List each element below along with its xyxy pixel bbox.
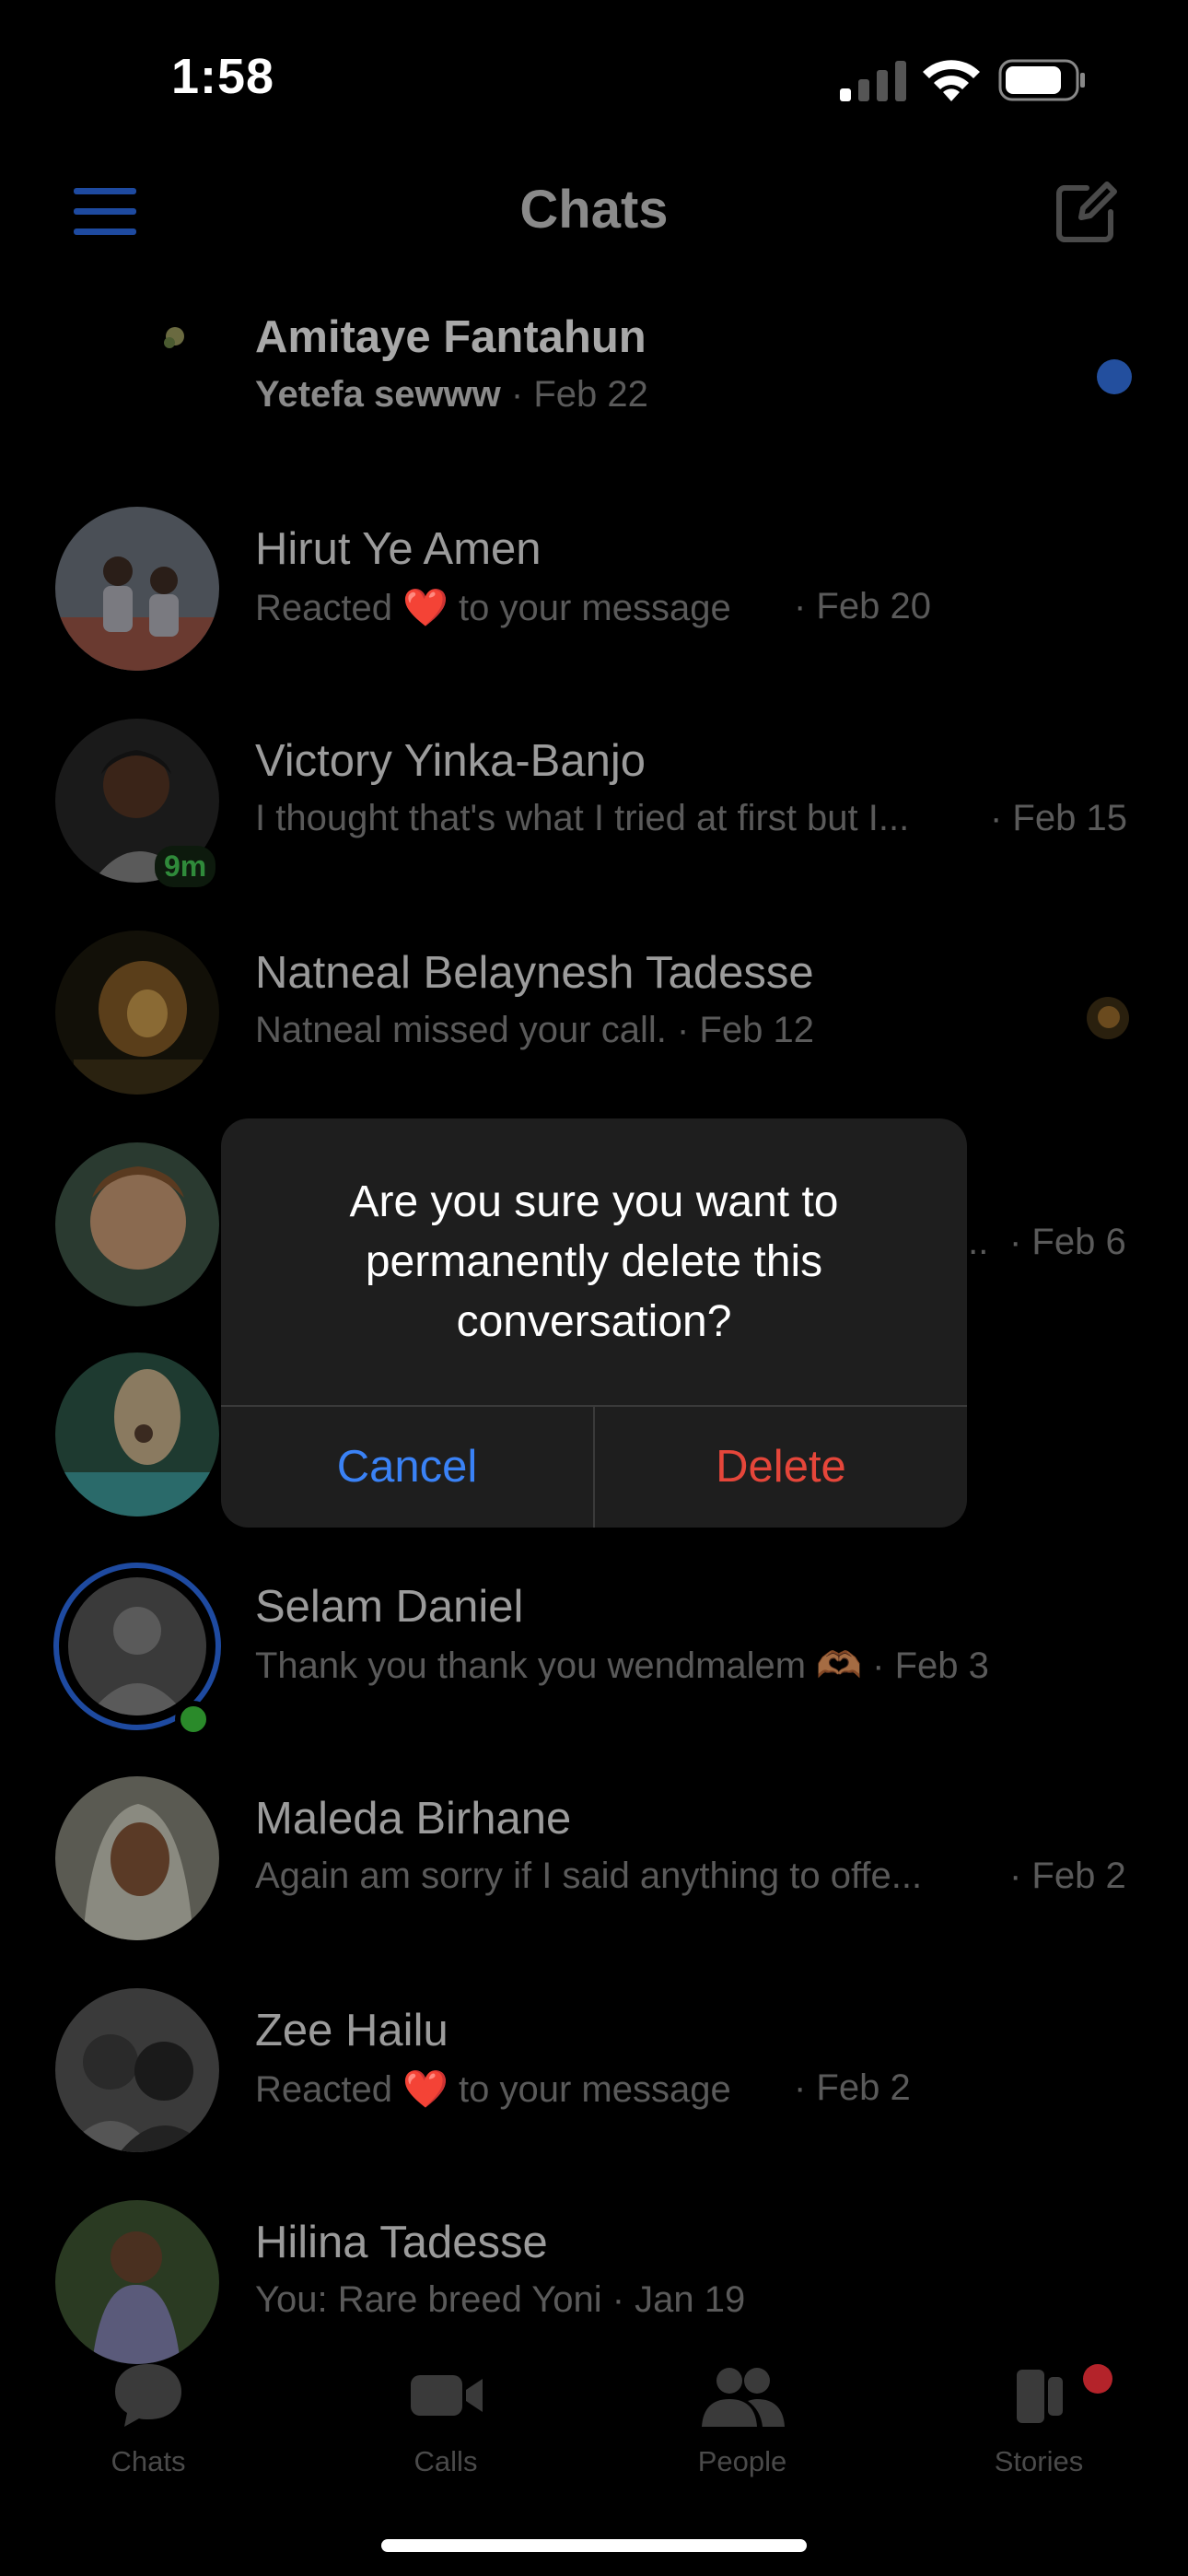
chat-preview: Natneal missed your call. · Feb 12 [255,1010,814,1050]
chat-name: Maleda Birhane [255,1794,572,1844]
chat-date: · Feb 6 [1009,1222,1126,1262]
tab-label: Stories [994,2445,1084,2477]
chat-bubble-icon [115,2364,181,2427]
chat-name: Hirut Ye Amen [255,524,542,574]
chat-name: Zee Hailu [255,2006,448,2055]
delete-confirmation-dialog: Are you sure you want to permanently del… [221,1118,967,1528]
tab-stories[interactable]: Stories [947,2340,1131,2488]
chat-date: · Feb 3 [872,1645,989,1686]
unread-indicator [1097,359,1132,394]
chat-row[interactable]: Maleda Birhane Again am sorry if I said … [0,1776,1188,1988]
tab-calls[interactable]: Calls [354,2340,538,2488]
chat-preview: Thank you thank you wendmalem 🫶🏾 · Feb 3 [255,1645,989,1686]
avatar [55,295,219,459]
chat-row[interactable]: 9m Victory Yinka-Banjo I thought that's … [0,719,1188,931]
avatar [68,1577,206,1715]
avatar [55,931,219,1095]
people-icon [702,2368,785,2427]
chat-date: · Feb 12 [676,1010,814,1050]
chat-date: · Feb 15 [990,798,1127,838]
chat-preview: Again am sorry if I said anything to off… [255,1856,923,1896]
chat-preview: Reacted ❤️ to your message [255,588,731,628]
tab-chats[interactable]: Chats [56,2340,240,2488]
stories-icon [1017,2370,1063,2423]
chat-row[interactable]: Natneal Belaynesh Tadesse Natneal missed… [0,931,1188,1142]
tab-label: Calls [413,2445,478,2477]
chat-date: · Feb 2 [1009,1856,1126,1896]
avatar [55,1352,219,1516]
chat-row[interactable]: Amitaye Fantahun Yetefa sewww · Feb 22 [0,295,1188,507]
chat-preview: Reacted ❤️ to your message [255,2069,731,2110]
messenger-app: 1:58 Chats Amitaye Fantahun Yetefa sewww… [0,0,1188,2576]
chat-date: · Feb 22 [510,374,648,415]
delete-button[interactable]: Delete [595,1407,967,1528]
dialog-message: Are you sure you want to permanently del… [349,1177,839,1346]
avatar [55,1776,219,1940]
chat-row[interactable]: Zee Hailu Reacted ❤️ to your message · F… [0,1988,1188,2200]
chat-name: Natneal Belaynesh Tadesse [255,948,814,998]
chat-date: · Feb 2 [794,2067,911,2108]
chat-preview: Yetefa sewww · Feb 22 [255,374,648,415]
tab-label: People [697,2445,787,2477]
chat-name: Selam Daniel [255,1582,524,1632]
tab-bar: Chats Calls People Stories [0,2340,1188,2488]
chat-name: Amitaye Fantahun [255,312,646,362]
online-status-dot [175,1701,212,1738]
wifi-icon [923,60,980,101]
cancel-button[interactable]: Cancel [221,1407,593,1528]
cellular-signal-icon [840,61,906,101]
chat-date: · Feb 20 [794,586,931,626]
notification-badge [1083,2364,1112,2394]
home-indicator [381,2539,807,2552]
tab-people[interactable]: People [650,2340,834,2488]
status-bar: 1:58 [0,0,1188,157]
avatar [55,507,219,671]
active-time-badge: 9m [155,846,216,887]
chats-header: Chats [0,166,1188,258]
video-camera-icon [411,2375,483,2416]
compose-icon[interactable] [1050,175,1124,249]
seen-avatar [1087,997,1129,1039]
avatar [55,1142,219,1306]
battery-icon [998,59,1085,101]
chat-preview: You: Rare breed Yoni · Jan 19 [255,2279,746,2320]
chat-preview: I thought that's what I tried at first b… [255,798,910,838]
chat-row[interactable]: Hirut Ye Amen Reacted ❤️ to your message… [0,507,1188,719]
chat-row[interactable]: Selam Daniel Thank you thank you wendmal… [0,1563,1188,1776]
chat-date: · Jan 19 [611,2279,746,2320]
tab-label: Chats [111,2445,186,2477]
chat-name: Hilina Tadesse [255,2218,548,2267]
status-time: 1:58 [171,49,275,104]
chat-name: Victory Yinka-Banjo [255,736,646,786]
page-title: Chats [519,180,669,240]
avatar [55,1988,219,2152]
